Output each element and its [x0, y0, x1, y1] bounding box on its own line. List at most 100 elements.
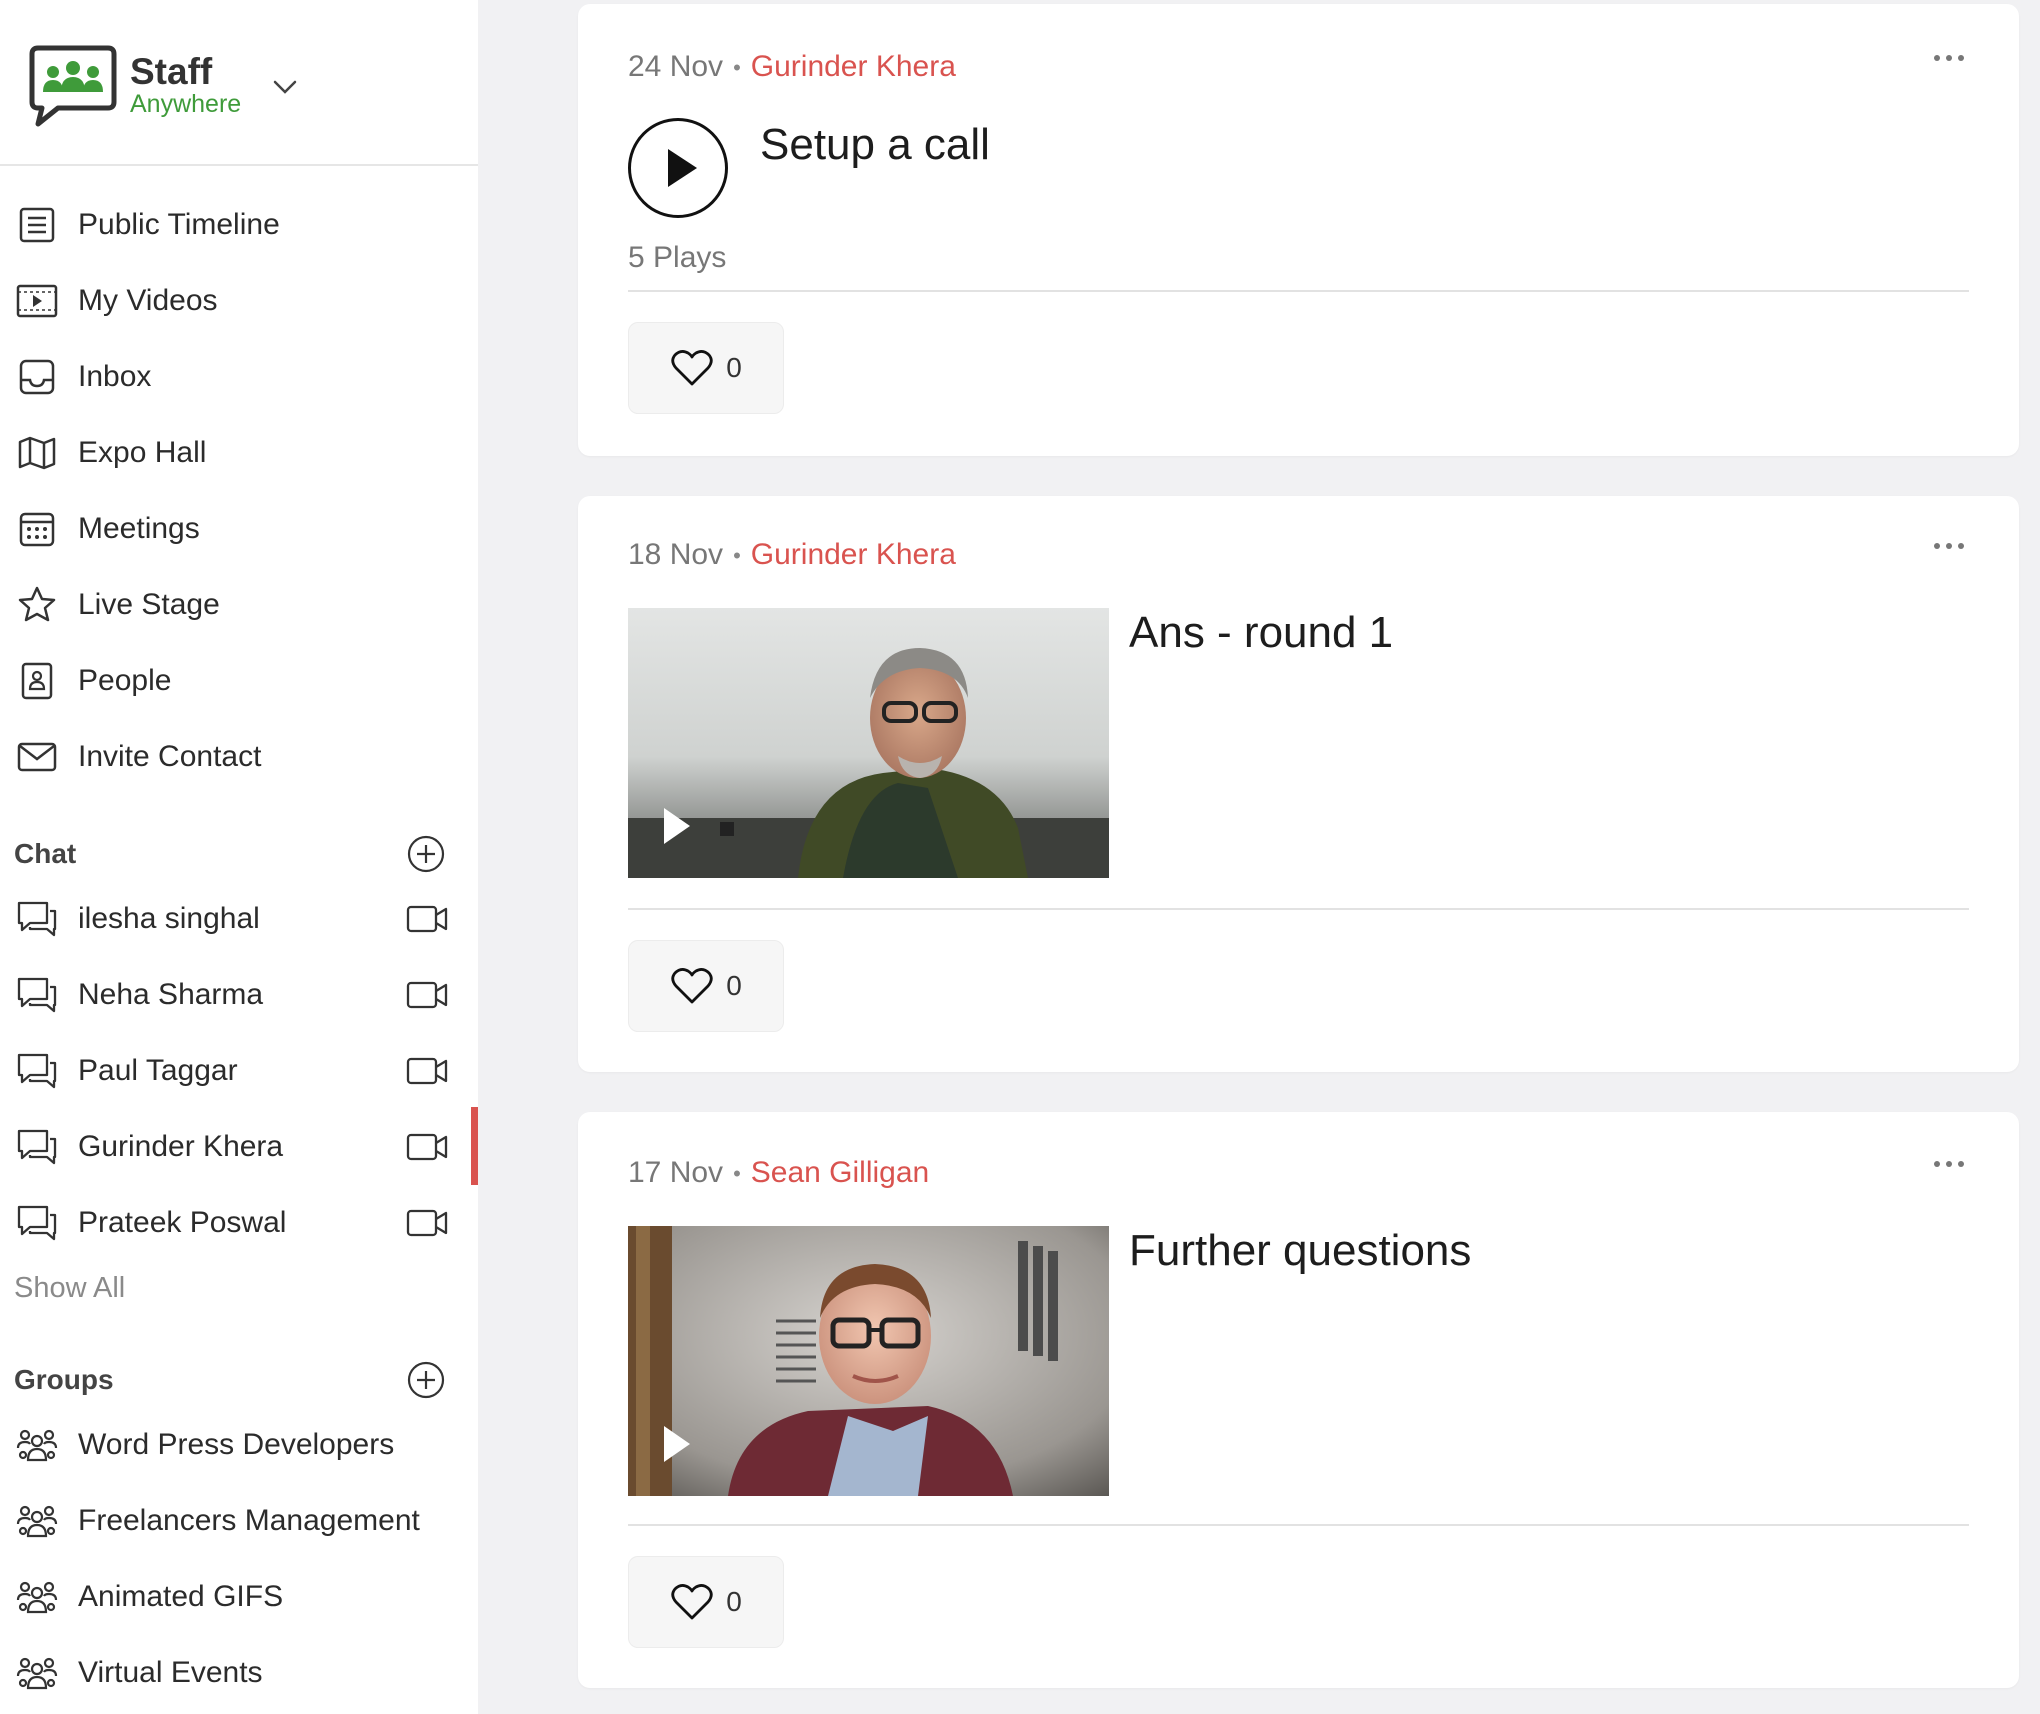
card-divider: [628, 1524, 1969, 1526]
post-author-link[interactable]: Sean Gilligan: [751, 1156, 929, 1189]
card-divider: [628, 908, 1969, 910]
play-icon: [664, 1426, 690, 1462]
sidebar-divider: [0, 164, 478, 166]
nav-item-expo-hall[interactable]: Expo Hall: [0, 423, 478, 483]
nav-item-label: My Videos: [78, 284, 218, 317]
feed-card: 17 Nov • Sean Gilligan Further questions…: [578, 1112, 2019, 1688]
chat-item-paul-taggar[interactable]: Paul Taggar: [0, 1041, 478, 1101]
brand-subtitle: Anywhere: [130, 90, 242, 118]
more-options-icon[interactable]: [1929, 536, 1969, 556]
nav-item-invite-contact[interactable]: Invite Contact: [0, 727, 478, 787]
like-count: 0: [726, 1586, 742, 1617]
group-item-animated-gifs[interactable]: Animated GIFS: [0, 1567, 478, 1627]
chat-item-label: Prateek Poswal: [78, 1206, 287, 1239]
chat-item-label: Paul Taggar: [78, 1054, 238, 1087]
play-count: 5 Plays: [628, 241, 727, 274]
group-users-icon: [16, 1652, 58, 1694]
post-author-link[interactable]: Gurinder Khera: [751, 538, 956, 571]
add-chat-button[interactable]: [406, 834, 446, 874]
nav-item-label: Invite Contact: [78, 740, 262, 773]
star-icon: [16, 584, 58, 626]
feed-card: 18 Nov • Gurinder Khera Ans - round 1 0: [578, 496, 2019, 1072]
group-users-icon: [16, 1424, 58, 1466]
video-camera-icon[interactable]: [404, 898, 450, 940]
nav-item-people[interactable]: People: [0, 651, 478, 711]
heart-icon: [671, 968, 713, 1004]
group-item-label: Animated GIFS: [78, 1580, 284, 1613]
nav-item-label: Expo Hall: [78, 436, 207, 469]
staff-anywhere-logo-icon: [28, 42, 118, 128]
chevron-down-icon[interactable]: [272, 74, 298, 100]
nav-item-label: Meetings: [78, 512, 200, 545]
more-options-icon[interactable]: [1929, 1154, 1969, 1174]
feed-card: 24 Nov • Gurinder Khera Setup a call 5 Pla…: [578, 4, 2019, 456]
chat-item-label: ilesha singhal: [78, 902, 260, 935]
show-all-link[interactable]: Show All: [14, 1272, 125, 1305]
group-item-word-press-developers[interactable]: Word Press Developers: [0, 1415, 478, 1475]
nav-item-public-timeline[interactable]: Public Timeline: [0, 195, 478, 255]
nav-item-live-stage[interactable]: Live Stage: [0, 575, 478, 635]
chat-item-label: Gurinder Khera: [78, 1130, 284, 1163]
chat-bubble-icon: [16, 1050, 58, 1092]
card-meta: 17 Nov • Sean Gilligan: [628, 1156, 930, 1189]
video-film-icon: [16, 280, 58, 322]
group-item-label: Virtual Events: [78, 1656, 263, 1689]
chat-item-prateek-poswal[interactable]: Prateek Poswal: [0, 1193, 478, 1253]
more-options-icon[interactable]: [1929, 48, 1969, 68]
chat-bubble-icon: [16, 974, 58, 1016]
post-author-link[interactable]: Gurinder Khera: [751, 50, 956, 83]
calendar-icon: [16, 508, 58, 550]
active-indicator: [471, 1107, 478, 1185]
sidebar: Staff Anywhere Public Timeline My Videos…: [0, 0, 478, 1714]
chat-item-label: Neha Sharma: [78, 978, 264, 1011]
nav-item-meetings[interactable]: Meetings: [0, 499, 478, 559]
nav-item-label: Live Stage: [78, 588, 220, 621]
card-meta: 18 Nov • Gurinder Khera: [628, 538, 956, 571]
video-thumbnail[interactable]: [628, 1226, 1109, 1496]
like-count: 0: [726, 352, 742, 383]
nav-item-my-videos[interactable]: My Videos: [0, 271, 478, 331]
post-title[interactable]: Further questions: [1129, 1226, 1471, 1276]
nav-item-inbox[interactable]: Inbox: [0, 347, 478, 407]
inbox-icon: [16, 356, 58, 398]
video-camera-icon[interactable]: [404, 1050, 450, 1092]
video-camera-icon[interactable]: [404, 974, 450, 1016]
chat-heading: Chat: [14, 838, 77, 869]
list-icon: [16, 204, 58, 246]
play-icon: [664, 808, 690, 844]
group-item-label: Word Press Developers: [78, 1428, 395, 1461]
nav-item-label: People: [78, 664, 172, 697]
video-camera-icon[interactable]: [404, 1126, 450, 1168]
like-count: 0: [726, 970, 742, 1001]
map-icon: [16, 432, 58, 474]
video-thumbnail[interactable]: [628, 608, 1109, 878]
chat-bubble-icon: [16, 898, 58, 940]
card-meta: 24 Nov • Gurinder Khera: [628, 50, 956, 83]
group-users-icon: [16, 1500, 58, 1542]
video-frame-image: [628, 608, 1109, 878]
group-item-freelancers-management[interactable]: Freelancers Management: [0, 1491, 478, 1551]
play-icon: [668, 149, 697, 187]
post-title[interactable]: Ans - round 1: [1129, 608, 1393, 658]
group-item-label: Freelancers Management: [78, 1504, 420, 1537]
add-group-button[interactable]: [406, 1360, 446, 1400]
chat-item-ilesha-singhal[interactable]: ilesha singhal: [0, 889, 478, 949]
nav-item-label: Public Timeline: [78, 208, 280, 241]
nav-item-label: Inbox: [78, 360, 152, 393]
post-title[interactable]: Setup a call: [760, 120, 990, 170]
video-frame-image: [628, 1226, 1109, 1496]
post-date: 18 Nov: [628, 538, 724, 571]
heart-icon: [671, 1584, 713, 1620]
like-button[interactable]: 0: [628, 1556, 784, 1648]
video-camera-icon[interactable]: [404, 1202, 450, 1244]
brand-title: Staff: [130, 51, 213, 92]
group-item-virtual-events[interactable]: Virtual Events: [0, 1643, 478, 1703]
heart-icon: [671, 350, 713, 386]
chat-item-gurinder-khera[interactable]: Gurinder Khera: [0, 1117, 478, 1177]
like-button[interactable]: 0: [628, 940, 784, 1032]
play-button[interactable]: [628, 118, 728, 218]
chat-item-neha-sharma[interactable]: Neha Sharma: [0, 965, 478, 1025]
like-button[interactable]: 0: [628, 322, 784, 414]
chat-bubble-icon: [16, 1202, 58, 1244]
envelope-icon: [16, 736, 58, 778]
